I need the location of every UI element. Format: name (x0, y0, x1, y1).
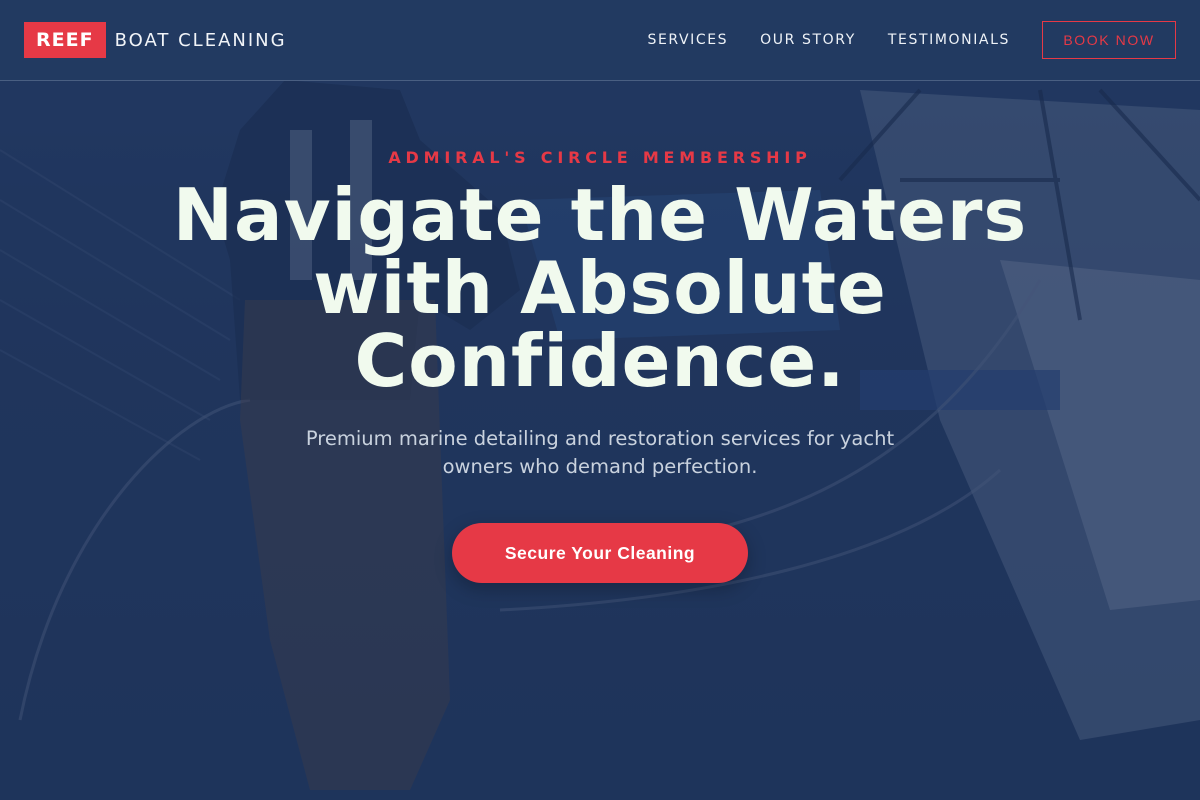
site-header: REEF BOAT CLEANING SERVICES OUR STORY TE… (0, 0, 1200, 81)
brand-logo[interactable]: REEF BOAT CLEANING (24, 22, 287, 58)
book-now-button[interactable]: BOOK NOW (1042, 21, 1176, 59)
nav-link-services[interactable]: SERVICES (647, 32, 728, 48)
secure-cleaning-button[interactable]: Secure Your Cleaning (452, 523, 748, 583)
hero-eyebrow: ADMIRAL'S CIRCLE MEMBERSHIP (388, 148, 812, 167)
nav-link-testimonials[interactable]: TESTIMONIALS (888, 32, 1010, 48)
hero-subtext: Premium marine detailing and restoration… (305, 427, 895, 478)
main-nav: SERVICES OUR STORY TESTIMONIALS BOOK NOW (615, 21, 1176, 59)
hero-section: ADMIRAL'S CIRCLE MEMBERSHIP Navigate the… (0, 81, 1200, 583)
logo-text: BOAT CLEANING (114, 29, 287, 51)
nav-link-our-story[interactable]: OUR STORY (760, 32, 856, 48)
logo-badge: REEF (24, 22, 106, 58)
hero-headline: Navigate the Waters with Absolute Confid… (172, 173, 1028, 403)
